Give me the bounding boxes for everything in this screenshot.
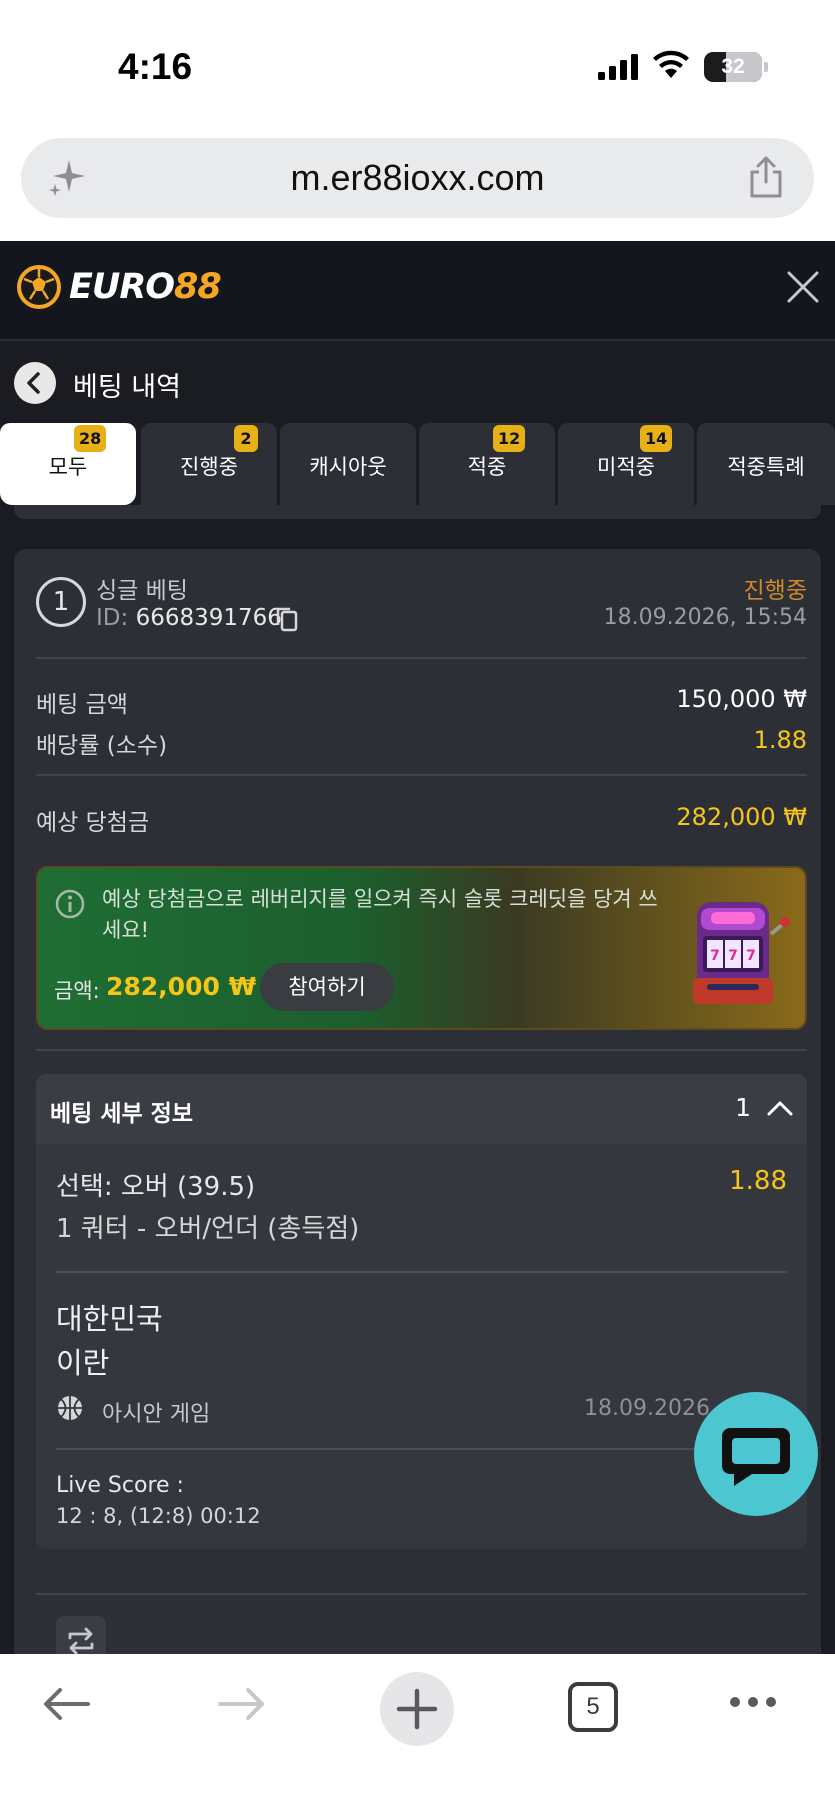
battery-level: 32 [721,55,745,78]
tab-label: 적중특례 [727,455,805,479]
tab-won[interactable]: 12 적중 [419,423,555,505]
bet-filter-tabs: 28 모두 2 진행중 캐시아웃 12 적중 14 미적중 적중특례 [0,421,835,505]
back-arrow-icon[interactable] [40,1684,92,1724]
bet-details-count: 1 [735,1093,751,1122]
back-button[interactable] [14,362,56,404]
bet-id-value: 6668391766 [135,605,282,631]
tab-cashout[interactable]: 캐시아웃 [280,423,416,505]
tab-label: 미적중 [597,455,655,479]
odds-label: 배당률 (소수) [36,733,168,759]
live-score-label: Live Score : [56,1473,184,1498]
selection-text: 선택: 오버 (39.5) [56,1172,256,1202]
bet-type: 싱글 베팅 [96,578,188,604]
site-header: EURO88 [0,241,835,341]
market-text: 1 쿼터 - 오버/언더 (총득점) [56,1214,360,1244]
team-away: 이란 [56,1346,110,1380]
tab-label: 진행중 [180,455,238,479]
tab-badge: 28 [74,425,107,452]
bet-details-title: 베팅 세부 정보 [50,1101,193,1127]
bet-number-badge: 1 [36,577,86,627]
forward-arrow-icon[interactable] [216,1684,268,1724]
tab-lost[interactable]: 14 미적중 [558,423,694,505]
chevron-left-icon [27,372,40,394]
tab-badge: 14 [640,425,673,452]
slot-credit-promo: 예상 당첨금으로 레버리지를 일으켜 즉시 슬롯 크레딧을 당겨 쓰세요! 금액… [36,866,807,1030]
address-bar[interactable]: m.er88ioxx.com [21,138,814,218]
battery-icon: 32 [704,52,768,82]
selection-odds: 1.88 [729,1166,787,1196]
divider [56,1271,787,1273]
brand-name-gold: 88 [174,267,222,307]
selection-panel: 선택: 오버 (39.5) 1.88 1 쿼터 - 오버/언더 (총득점) 대한… [36,1144,807,1549]
divider [36,657,807,659]
live-chat-button[interactable] [694,1392,818,1516]
bet-details-header[interactable]: 베팅 세부 정보 1 [36,1074,807,1144]
repeat-icon [68,1627,94,1654]
svg-text:7: 7 [746,948,756,964]
repeat-bet-button[interactable] [56,1616,106,1654]
site-logo[interactable]: EURO88 [15,263,222,311]
plus-icon [396,1688,438,1730]
tab-in-progress[interactable]: 2 진행중 [141,423,277,505]
tab-switcher-button[interactable]: 5 [568,1682,618,1732]
cellular-signal-icon [598,54,638,80]
clock: 4:16 [118,46,193,87]
bet-id: ID: 6668391766 [96,605,282,631]
brand-name-white: EURO [69,267,175,307]
odds-value: 1.88 [753,726,807,754]
divider [36,1049,807,1051]
bet-details-body: 선택: 오버 (39.5) 1.88 1 쿼터 - 오버/언더 (총득점) 대한… [36,1144,807,1549]
chat-bubble-icon [722,1428,790,1486]
tab-badge: 2 [234,425,258,452]
tab-label: 모두 [48,455,88,479]
previous-card-edge [14,505,821,519]
league-name: 아시안 게임 [102,1402,211,1427]
team-home: 대한민국 [56,1302,163,1336]
bet-date: 18.09.2026, 15:54 [603,605,807,630]
page-title: 베팅 내역 [73,372,181,403]
svg-text:7: 7 [710,948,720,964]
stake-label: 베팅 금액 [36,692,128,718]
basketball-icon [58,1396,82,1420]
copy-icon[interactable] [274,605,300,633]
payout-label: 예상 당첨금 [36,810,150,836]
close-icon[interactable] [785,269,821,305]
promo-message: 예상 당첨금으로 레버리지를 일으켜 즉시 슬롯 크레딧을 당겨 쓰세요! [102,887,658,942]
divider [56,1448,787,1450]
brand-name: EURO88 [69,267,222,307]
url-text[interactable]: m.er88ioxx.com [21,157,814,199]
new-tab-button[interactable] [380,1672,454,1746]
tab-label: 캐시아웃 [309,455,387,479]
wifi-icon [653,50,689,78]
payout-value: 282,000 ₩ [676,803,807,831]
live-score-value: 12 : 8, (12:8) 00:12 [56,1504,261,1528]
browser-toolbar: 5 [0,1654,835,1816]
divider [36,774,807,776]
tab-label: 적중 [467,455,507,479]
status-bar: 4:16 32 [0,0,835,130]
svg-text:7: 7 [728,948,738,964]
bet-status: 진행중 [743,578,807,604]
divider [36,1593,807,1595]
info-icon [55,889,85,919]
promo-amount-label: 금액: [54,979,100,1003]
page-header: 베팅 내역 [0,343,835,423]
tab-all[interactable]: 28 모두 [0,423,136,505]
chevron-up-icon[interactable] [765,1098,795,1118]
promo-amount: 282,000 ₩ [106,972,257,1001]
slot-machine-icon: 7 7 7 [693,902,790,1004]
tab-special-win[interactable]: 적중특례 [697,423,835,505]
tab-badge: 12 [493,425,526,452]
bet-id-prefix: ID: [96,605,129,631]
more-menu-icon[interactable] [728,1694,778,1710]
share-icon[interactable] [746,154,786,200]
join-button[interactable]: 참여하기 [260,963,394,1011]
soccer-ball-icon [17,265,61,309]
stake-value: 150,000 ₩ [676,685,807,713]
